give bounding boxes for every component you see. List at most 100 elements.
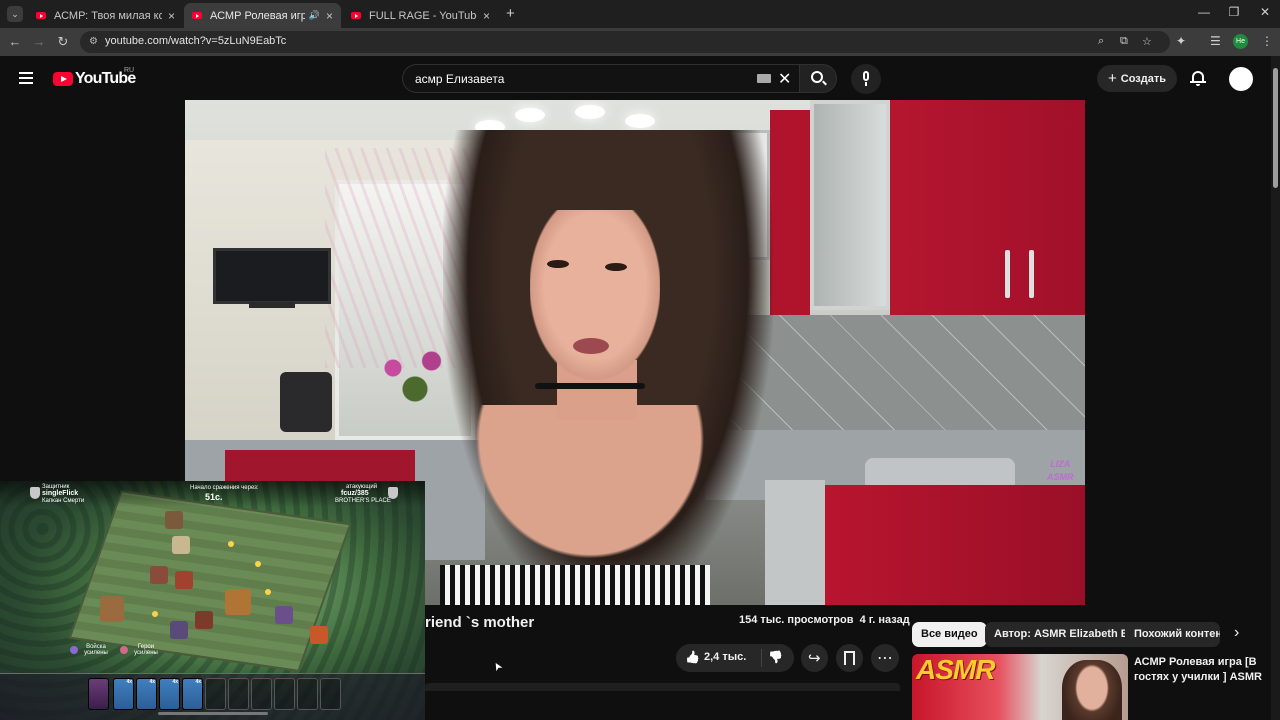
video-views-date: 154 тыс. просмотров 4 г. назад xyxy=(739,614,910,626)
more-actions-button[interactable]: ⋯ xyxy=(871,644,899,672)
browser-tab-1[interactable]: АСМР: Твоя милая кошкожена × xyxy=(28,3,183,28)
profile-avatar[interactable]: Не xyxy=(1233,34,1248,49)
video-frame-cabinet xyxy=(825,485,1085,605)
video-frame-person xyxy=(460,405,720,575)
like-icon[interactable]: 👍 xyxy=(685,650,700,664)
game-torch xyxy=(228,541,234,547)
troop-card[interactable]: 4x xyxy=(113,678,134,710)
chevron-right-icon[interactable]: › xyxy=(1234,624,1239,642)
description-box[interactable] xyxy=(425,683,900,691)
keyboard-icon[interactable] xyxy=(757,74,771,83)
restore-icon[interactable]: ❐ xyxy=(1224,5,1244,19)
reading-list-icon[interactable]: ☰ xyxy=(1210,34,1221,48)
account-avatar[interactable] xyxy=(1229,67,1253,91)
voice-search-button[interactable] xyxy=(851,64,881,94)
browser-tab-3[interactable]: FULL RAGE - YouTube × xyxy=(343,3,498,28)
game-building xyxy=(225,589,251,615)
video-frame-upper-cabinet xyxy=(890,100,1085,315)
defender-shield-icon xyxy=(30,487,40,499)
recommended-video-thumbnail[interactable]: ASMR xyxy=(912,654,1128,720)
bookmark-star-icon[interactable]: ☆ xyxy=(1142,35,1152,48)
tab-close-icon[interactable]: × xyxy=(168,9,175,23)
browser-tab-strip: ⌄ АСМР: Твоя милая кошкожена × АСМР Роле… xyxy=(0,0,1280,28)
troops-boost-icon xyxy=(70,646,78,654)
forward-icon[interactable]: → xyxy=(31,34,47,49)
browser-toolbar: ← → ↻ ⚙ youtube.com/watch?v=5zLuN9EabTc … xyxy=(0,28,1280,56)
video-frame-light xyxy=(625,114,655,128)
site-info-icon[interactable]: ⚙ xyxy=(89,36,98,47)
attacker-shield-icon xyxy=(388,487,398,499)
save-button[interactable] xyxy=(836,644,863,672)
recommended-video-title[interactable]: АСМР Ролевая игра [В гостях у училки ] A… xyxy=(1134,655,1264,685)
speaker-icon[interactable]: 🔊 xyxy=(309,10,320,21)
reload-icon[interactable]: ↻ xyxy=(55,34,71,50)
troop-card[interactable]: 4x xyxy=(182,678,203,710)
url-text[interactable]: youtube.com/watch?v=5zLuN9EabTc xyxy=(105,35,286,47)
create-button[interactable]: + Создать xyxy=(1097,65,1177,92)
new-tab-button[interactable]: + xyxy=(506,5,515,22)
hamburger-menu-icon[interactable] xyxy=(19,72,33,84)
video-frame-tv-stand xyxy=(249,302,295,308)
video-frame-glass-cabinet xyxy=(810,100,890,310)
youtube-play-icon xyxy=(53,72,73,86)
chip-all-videos[interactable]: Все видео xyxy=(912,622,987,647)
address-bar[interactable]: ⚙ youtube.com/watch?v=5zLuN9EabTc ⌕ ⧉ ☆ xyxy=(80,31,1170,53)
notifications-bell-icon[interactable] xyxy=(1190,69,1206,87)
game-building xyxy=(195,611,213,629)
mouse-cursor-icon: ➤ xyxy=(490,659,506,674)
hero-card[interactable] xyxy=(88,678,109,710)
browser-menu-icon[interactable]: ⋮ xyxy=(1261,34,1273,48)
tab-close-icon[interactable]: × xyxy=(326,9,333,23)
game-building xyxy=(175,571,193,589)
share-button[interactable]: ↪ xyxy=(801,644,828,672)
tab-close-icon[interactable]: × xyxy=(483,9,490,23)
like-dislike-button[interactable]: 👍 2,4 тыс. 👎 xyxy=(676,644,794,672)
empty-card-slot xyxy=(320,678,341,710)
chip-author[interactable]: Автор: ASMR Elizabeth B xyxy=(985,622,1138,647)
search-input[interactable]: асмр Елизавета ✕ xyxy=(402,64,800,93)
game-building xyxy=(172,536,190,554)
search-button[interactable] xyxy=(799,64,837,93)
cast-icon[interactable]: ⧉ xyxy=(1120,35,1128,48)
clear-search-icon[interactable]: ✕ xyxy=(778,69,791,89)
share-icon: ↪ xyxy=(808,650,821,667)
game-scroll-indicator xyxy=(158,712,268,715)
scrollbar-thumb[interactable] xyxy=(1273,68,1278,188)
video-frame-person-face xyxy=(530,210,660,380)
game-overlay-window[interactable]: Защитник singleFlick Капкан Смерти Начал… xyxy=(0,481,425,720)
empty-card-slot xyxy=(274,678,295,710)
youtube-favicon-icon xyxy=(192,12,202,19)
troop-card[interactable]: 4x xyxy=(136,678,157,710)
minimize-icon[interactable]: — xyxy=(1194,5,1214,19)
troop-card-level: 4x xyxy=(195,679,201,685)
empty-card-slot xyxy=(228,678,249,710)
defender-clan: Капкан Смерти xyxy=(42,498,85,504)
game-torch xyxy=(152,611,158,617)
extensions-icon[interactable]: ✦ xyxy=(1176,34,1186,48)
zoom-icon[interactable]: ⌕ xyxy=(1098,35,1104,48)
video-frame-coffee-machine xyxy=(280,372,332,432)
thumbnail-text: ASMR xyxy=(916,654,995,685)
video-frame-cabinet xyxy=(765,480,825,605)
battle-timer: 51c. xyxy=(205,492,223,502)
back-icon[interactable]: ← xyxy=(7,34,23,49)
browser-tab-2-active[interactable]: АСМР Ролевая игра [Мама 🔊 × xyxy=(184,3,341,28)
chip-similar-content[interactable]: Похожий контент xyxy=(1125,622,1220,647)
video-frame-tv xyxy=(213,248,331,304)
game-building xyxy=(275,606,293,624)
empty-card-slot xyxy=(297,678,318,710)
troop-card[interactable]: 4x xyxy=(159,678,180,710)
watermark-line: ASMR xyxy=(1047,472,1074,482)
tab-search-icon[interactable]: ⌄ xyxy=(7,6,23,22)
like-count: 2,4 тыс. xyxy=(704,651,747,663)
page-scrollbar[interactable] xyxy=(1271,56,1280,720)
dislike-icon[interactable]: 👎 xyxy=(768,650,783,664)
game-building xyxy=(170,621,188,639)
window-close-icon[interactable]: ✕ xyxy=(1255,5,1275,19)
microphone-stand xyxy=(865,82,867,86)
search-query-text: асмр Елизавета xyxy=(415,72,505,86)
video-frame-mouth xyxy=(573,338,609,354)
empty-card-slot xyxy=(251,678,272,710)
tab-title: АСМР: Твоя милая кошкожена xyxy=(54,9,162,22)
game-building xyxy=(310,626,328,644)
